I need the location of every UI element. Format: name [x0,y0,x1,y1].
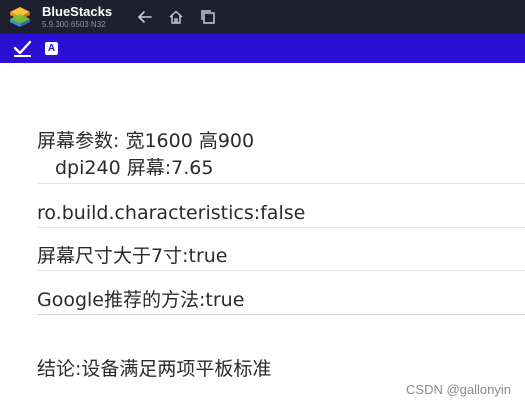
recent-apps-icon[interactable] [199,8,217,26]
home-icon[interactable] [167,8,185,26]
app-title: BlueStacks [42,4,113,19]
watermark: CSDN @gallonyin [406,382,511,397]
title-bar: BlueStacks 5.9.300.6503 N32 [0,0,525,34]
screen-params-line-1: 屏幕参数: 宽1600 高900 [37,130,255,152]
divider [37,227,525,228]
screen-params-line-2: dpi240 屏幕:7.65 [55,157,214,179]
divider [37,183,525,184]
app-content: 屏幕参数: 宽1600 高900 dpi240 屏幕:7.65 ro.build… [0,63,525,407]
divider [37,314,525,315]
conclusion-text: 结论:设备满足两项平板标准 [37,358,272,380]
checkmark-icon [13,40,32,57]
a-icon: A [45,42,58,55]
build-characteristics-text: ro.build.characteristics:false [37,202,306,224]
divider [37,270,525,271]
bluestacks-logo-icon [10,7,30,27]
screen-size-check-text: 屏幕尺寸大于7寸:true [37,245,228,267]
status-bar: A [0,34,525,63]
app-version: 5.9.300.6503 N32 [42,20,106,29]
google-method-text: Google推荐的方法:true [37,289,245,311]
back-arrow-icon[interactable] [136,8,154,26]
